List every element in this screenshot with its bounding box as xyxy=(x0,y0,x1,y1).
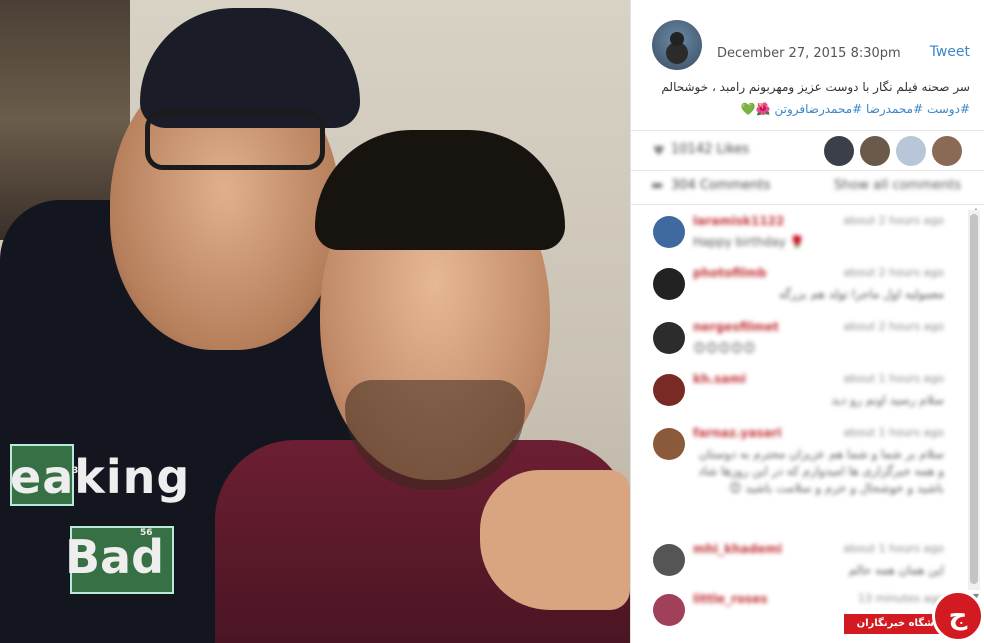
commenter-avatar[interactable] xyxy=(653,268,685,300)
likes-count[interactable]: 10142 Likes xyxy=(671,142,749,157)
comment-item: laramisk1122 about 2 hours ago Happy bir… xyxy=(631,212,966,260)
divider xyxy=(631,170,984,171)
liker-avatar[interactable] xyxy=(824,136,854,166)
comment-time: about 1 hours ago xyxy=(843,426,944,439)
commenter-avatar[interactable] xyxy=(653,322,685,354)
comment-text: 😊😊😊😊😊 xyxy=(693,341,756,355)
commenter-avatar[interactable] xyxy=(653,594,685,626)
comment-username[interactable]: mhi_khademi xyxy=(693,542,782,556)
divider xyxy=(631,130,984,131)
comment-item: kh.sami about 1 hours ago سلام رسید اونم… xyxy=(631,370,966,418)
news-agency-logo: باشگاه خبرنگاران ج xyxy=(844,590,984,643)
caption-text: سر صحنه فیلم نگار با دوست عزیز ومهربونم … xyxy=(661,80,970,94)
comment-username[interactable]: nergesfilmet xyxy=(693,320,779,334)
tweet-button[interactable]: Tweet xyxy=(930,44,970,60)
divider xyxy=(631,204,984,205)
comments-count: 304 Comments xyxy=(671,178,771,193)
comment-item: mhi_khademi about 1 hours ago این همان ه… xyxy=(631,540,966,588)
shirt-line2: Bad xyxy=(65,530,165,584)
liker-avatar[interactable] xyxy=(932,136,962,166)
logo-emblem: ج xyxy=(932,590,984,642)
post-date: December 27, 2015 8:30pm xyxy=(717,46,901,61)
liker-avatar[interactable] xyxy=(860,136,890,166)
comment-username[interactable]: laramisk1122 xyxy=(693,214,784,228)
comment-time: about 2 hours ago xyxy=(843,266,944,279)
comment-text: معمولیه اول ماجرا تولد هم بزرگه xyxy=(778,287,944,301)
comment-time: about 1 hours ago xyxy=(843,542,944,555)
post-panel: December 27, 2015 8:30pm Tweet سر صحنه ف… xyxy=(630,0,984,643)
caption-hashtags[interactable]: #دوست #محمدرضا #محمدرضافروتن 🌺💚 xyxy=(650,98,970,120)
comment-time: about 2 hours ago xyxy=(843,320,944,333)
comment-time: about 1 hours ago xyxy=(843,372,944,385)
likes-row: ♥ 10142 Likes xyxy=(631,132,984,170)
comment-username[interactable]: kh.sami xyxy=(693,372,746,386)
comment-text: این همان همه حالم xyxy=(848,563,944,577)
heart-icon: ♥ xyxy=(653,144,665,159)
comment-icon: ▬ xyxy=(651,178,664,193)
hand-on-shoulder xyxy=(480,470,630,610)
shirt-num2: 56 xyxy=(140,528,153,538)
comment-time: about 2 hours ago xyxy=(843,214,944,227)
commenter-avatar[interactable] xyxy=(653,544,685,576)
scrollbar-thumb[interactable] xyxy=(970,214,978,584)
commenter-avatar[interactable] xyxy=(653,428,685,460)
comment-username[interactable]: photofilmb xyxy=(693,266,766,280)
shirt-num1: 35 xyxy=(72,466,85,476)
post-caption: سر صحنه فیلم نگار با دوست عزیز ومهربونم … xyxy=(650,76,970,120)
shirt-line1: eaking xyxy=(10,450,191,504)
comment-item: photofilmb about 2 hours ago معمولیه اول… xyxy=(631,264,966,312)
show-all-comments-link[interactable]: Show all comments xyxy=(834,178,961,193)
comments-scrollbar[interactable] xyxy=(968,210,980,590)
avatar[interactable] xyxy=(652,20,702,70)
post-photo: eaking Bad 35 56 xyxy=(0,0,630,643)
comment-text: سلام رسید اونم رو دید xyxy=(831,393,944,407)
commenter-avatar[interactable] xyxy=(653,216,685,248)
person-left-glasses xyxy=(145,110,325,170)
comment-text: Happy birthday 🌹 xyxy=(693,235,805,249)
comment-item: nergesfilmet about 2 hours ago 😊😊😊😊😊 xyxy=(631,318,966,366)
commenter-avatar[interactable] xyxy=(653,374,685,406)
comment-username[interactable]: farnaz.yasari xyxy=(693,426,782,440)
comment-item: farnaz.yasari about 1 hours ago سلام بر … xyxy=(631,424,966,536)
comments-list: laramisk1122 about 2 hours ago Happy bir… xyxy=(631,206,966,643)
comment-username[interactable]: little_roses xyxy=(693,592,768,606)
liker-avatar[interactable] xyxy=(896,136,926,166)
comment-text: سلام بر شما و شما هم عزیزان محترم به دوس… xyxy=(698,447,944,495)
comments-row: ▬ 304 Comments Show all comments xyxy=(631,172,984,202)
